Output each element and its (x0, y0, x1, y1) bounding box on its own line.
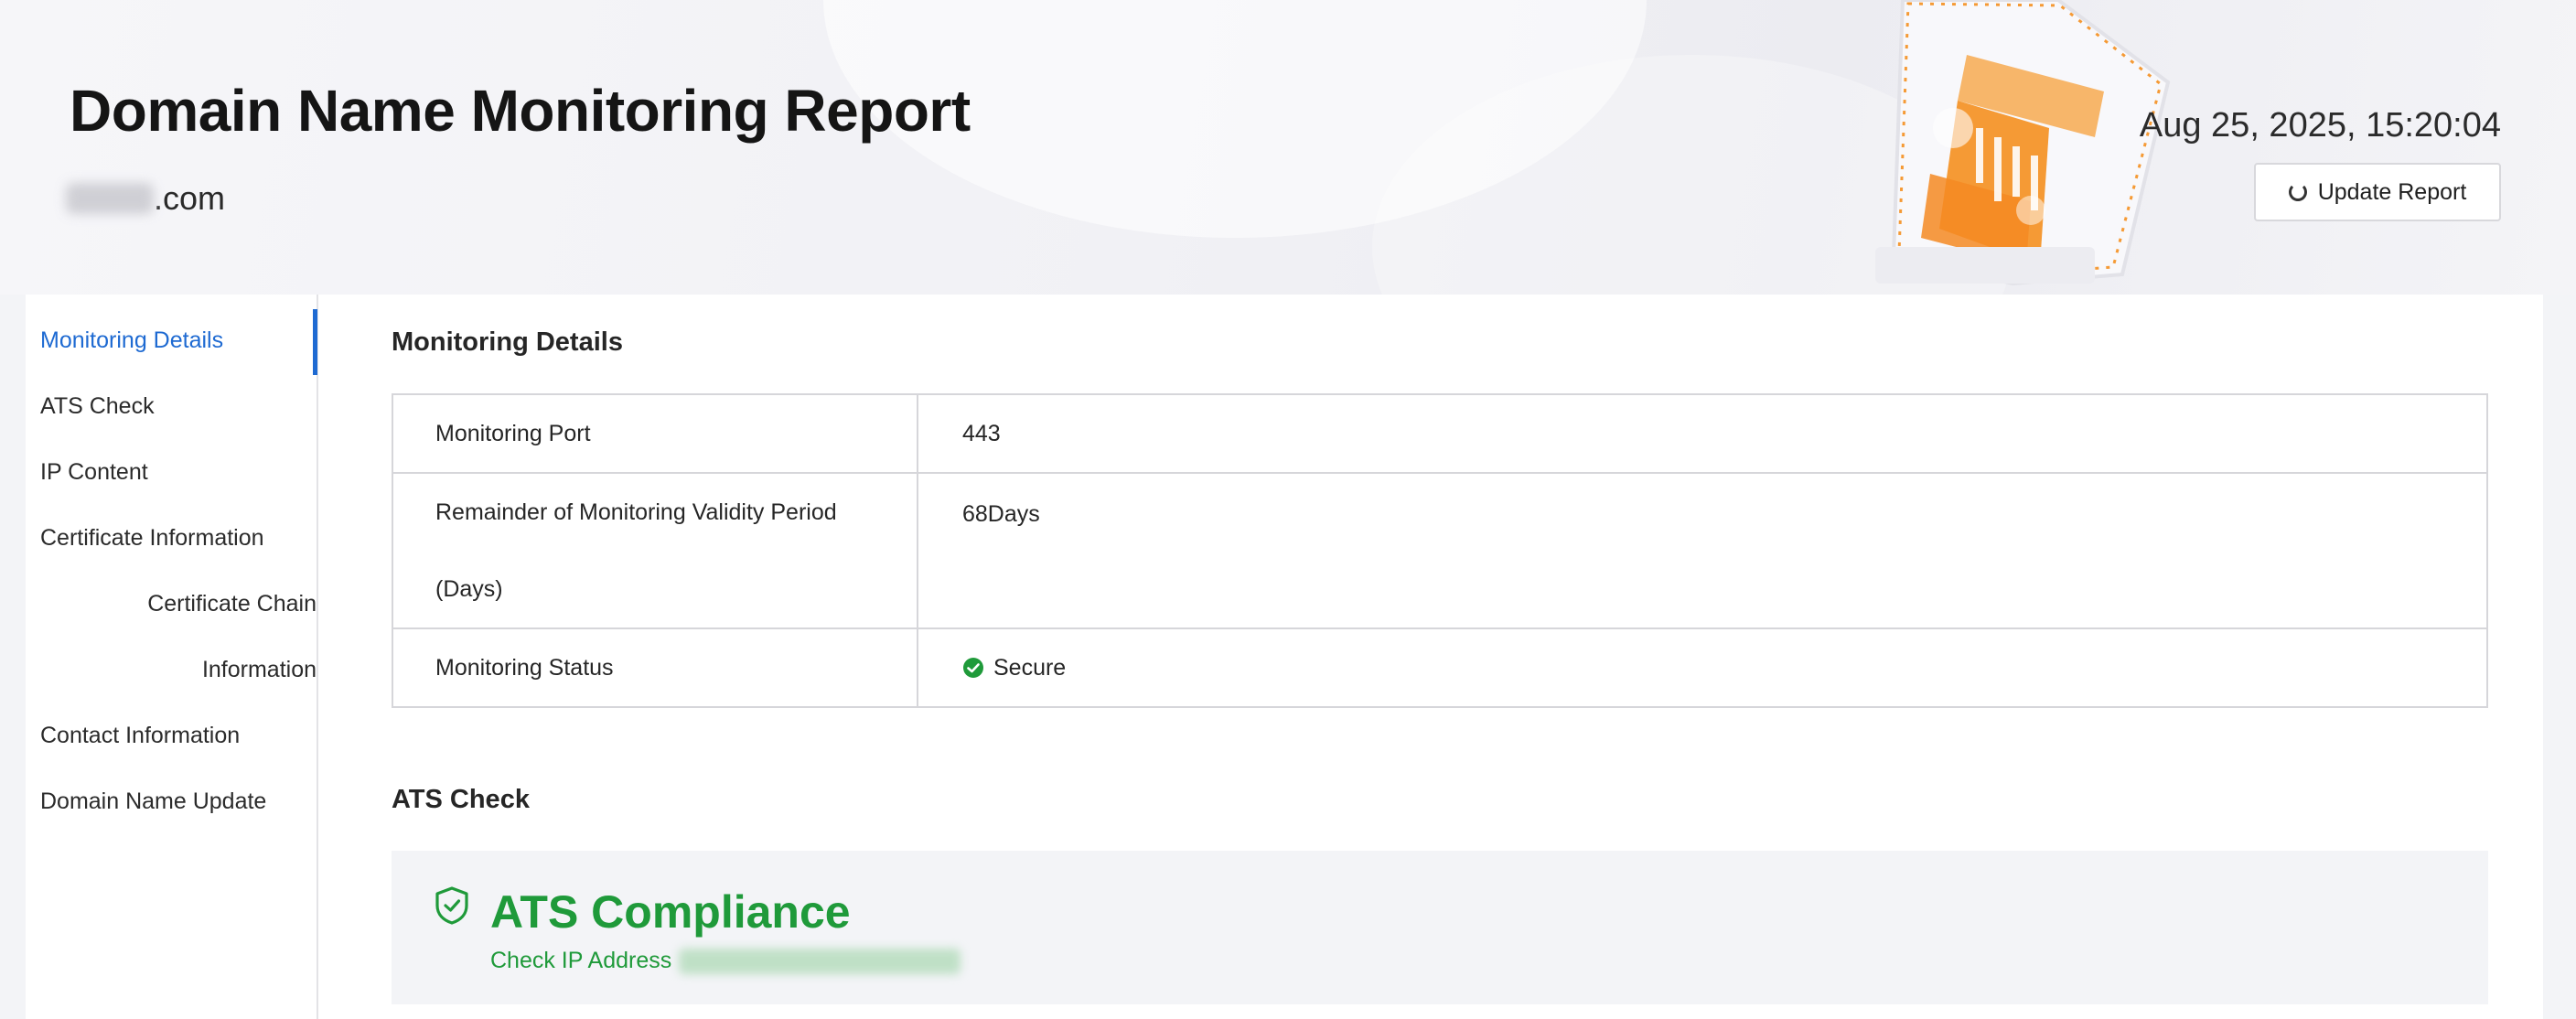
ats-compliance-title: ATS Compliance (490, 886, 851, 938)
row-label: Monitoring Status (392, 627, 918, 708)
ats-compliance-card: ATS Compliance Check IP Address (392, 851, 2488, 1004)
table-row: Remainder of Monitoring Validity Period … (392, 472, 2488, 629)
sidebar-item-ats-check[interactable]: ATS Check (40, 393, 155, 420)
report-content: Monitoring Details ATS Check IP Content … (26, 295, 2543, 1019)
table-row: Monitoring Port 443 (392, 393, 2488, 474)
row-label: Remainder of Monitoring Validity Period … (392, 472, 918, 629)
update-report-button[interactable]: Update Report (2254, 163, 2501, 221)
status-badge: Secure (962, 655, 2444, 681)
check-ip-address: Check IP Address (490, 948, 961, 974)
check-circle-icon (963, 658, 983, 678)
check-ip-label: Check IP Address (490, 948, 672, 973)
monitoring-details-table: Monitoring Port 443 Remainder of Monitor… (392, 393, 2488, 708)
sidebar-item-contact-information[interactable]: Contact Information (40, 723, 240, 749)
report-illustration-icon (1875, 0, 2171, 286)
row-value: Secure (917, 627, 2488, 708)
active-nav-indicator (313, 309, 317, 375)
sidebar-item-certificate-chain-information[interactable]: Information (202, 657, 317, 683)
report-timestamp: Aug 25, 2025, 15:20:04 (2139, 106, 2501, 145)
validity-days-value: 68Days (962, 500, 1040, 527)
sidebar-item-monitoring-details[interactable]: Monitoring Details (40, 327, 223, 354)
sidebar-item-domain-name-update[interactable]: Domain Name Update (40, 788, 266, 815)
section-title-ats-check: ATS Check (392, 785, 530, 814)
domain-suffix: .com (154, 179, 226, 217)
table-row: Monitoring Status Secure (392, 627, 2488, 708)
domain-name: .com (66, 179, 225, 218)
main-panel: Monitoring Details Monitoring Port 443 R… (392, 295, 2543, 1019)
redacted-domain (66, 183, 154, 214)
row-value: 68Days (917, 472, 2488, 629)
redacted-ip-address (679, 948, 961, 974)
sidebar-nav: Monitoring Details ATS Check IP Content … (26, 295, 318, 1019)
update-report-label: Update Report (2317, 178, 2467, 205)
status-text: Secure (993, 654, 1067, 681)
report-header-banner: Domain Name Monitoring Report .com Aug 2… (0, 0, 2576, 295)
refresh-icon (2288, 183, 2307, 201)
row-value: 443 (917, 393, 2488, 474)
page-title: Domain Name Monitoring Report (70, 78, 971, 144)
row-label: Monitoring Port (392, 393, 918, 474)
row-label-line: Remainder of Monitoring Validity Period (435, 499, 837, 525)
shield-check-icon (435, 886, 468, 925)
sidebar-item-ip-content[interactable]: IP Content (40, 459, 148, 486)
row-label-line: (Days) (435, 576, 503, 602)
sidebar-item-certificate-information[interactable]: Certificate Information (40, 525, 264, 552)
sidebar-item-certificate-chain[interactable]: Certificate Chain (147, 591, 317, 617)
section-title-monitoring-details: Monitoring Details (392, 327, 623, 357)
